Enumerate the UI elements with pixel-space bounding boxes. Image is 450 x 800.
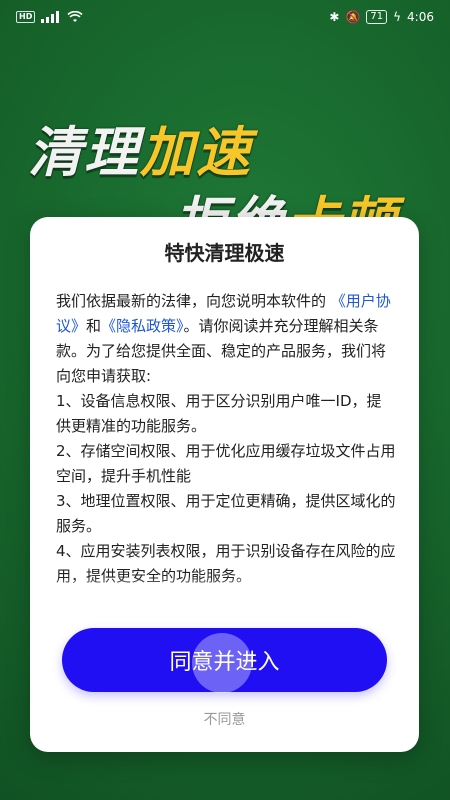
battery-icon: 71 [366, 10, 388, 24]
scroll-fade [30, 577, 419, 609]
status-left: HD [16, 11, 83, 23]
permission-item: 1、设备信息权限、用于区分识别用户唯一ID，提供更精准的功能服务。 [56, 392, 382, 435]
disagree-button[interactable]: 不同意 [30, 709, 419, 729]
hero-line1-white: 清理 [28, 121, 140, 184]
status-bar: HD ✱ 🔕 71 ϟ 4:06 [0, 0, 450, 34]
mute-icon: 🔕 [345, 10, 361, 24]
permission-item: 3、地理位置权限、用于定位更精确，提供区域化的服务。 [56, 492, 396, 535]
status-time: 4:06 [407, 10, 434, 24]
hd-icon: HD [16, 11, 36, 23]
signal-icon [41, 11, 60, 23]
privacy-policy-link[interactable]: 《隐私政策》 [101, 317, 184, 335]
privacy-dialog: 特快清理极速 我们依据最新的法律，向您说明本软件的 《用户协议》和《隐私政策》。… [30, 217, 419, 752]
wifi-icon [67, 11, 83, 22]
status-right: ✱ 🔕 71 ϟ 4:06 [329, 10, 434, 24]
dialog-intro: 我们依据最新的法律，向您说明本软件的 《用户协议》和《隐私政策》。请你阅读并充分… [56, 289, 396, 389]
charging-icon: ϟ [393, 10, 402, 24]
permission-item: 2、存储空间权限、用于优化应用缓存垃圾文件占用空间，提升手机性能 [56, 442, 396, 485]
touch-indicator [192, 633, 252, 693]
hero-line1-yellow: 加速 [140, 121, 252, 184]
hero-line-1: 清理加速 [28, 108, 252, 187]
intro-part-1: 我们依据最新的法律，向您说明本软件的 [56, 292, 327, 310]
bluetooth-icon: ✱ [329, 10, 340, 24]
dialog-body[interactable]: 我们依据最新的法律，向您说明本软件的 《用户协议》和《隐私政策》。请你阅读并充分… [56, 289, 396, 609]
battery-level: 71 [370, 11, 384, 22]
and-text: 和 [86, 317, 102, 335]
dialog-title: 特快清理极速 [164, 241, 285, 265]
